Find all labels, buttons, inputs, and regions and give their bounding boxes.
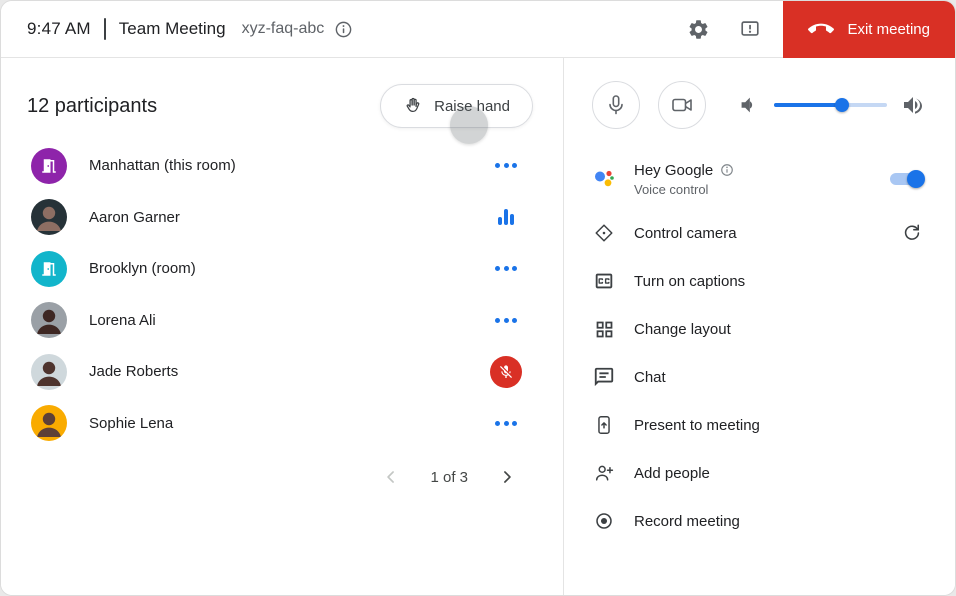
call-end-icon <box>808 16 835 42</box>
volume-slider-fill <box>774 98 849 112</box>
participants-count-title: 12 participants <box>27 94 158 117</box>
clock-time: 9:47 AM <box>27 19 91 38</box>
participant-name: Brooklyn (room) <box>89 260 196 278</box>
participant-row[interactable]: Manhattan (this room) <box>1 140 563 192</box>
raise-hand-icon <box>403 96 423 116</box>
camera-icon <box>672 98 692 112</box>
chat-icon <box>592 365 616 389</box>
menu-label: Turn on captions <box>634 272 746 290</box>
controls-panel: Hey Google Voice control Control camera … <box>563 58 955 595</box>
muted-mic-button[interactable] <box>490 355 522 388</box>
participant-row[interactable]: Brooklyn (room) <box>1 243 563 295</box>
microphone-icon <box>609 95 623 115</box>
room-avatar <box>31 250 67 287</box>
menu-label: Add people <box>634 464 710 482</box>
participants-panel: 12 participants Raise hand Manhattan (th… <box>1 58 563 595</box>
menu-label: Change layout <box>634 320 731 338</box>
captions-icon <box>592 269 616 293</box>
hey-google-info-icon[interactable] <box>720 163 734 177</box>
av-controls-row <box>592 81 925 129</box>
previous-page-chevron-icon[interactable] <box>379 465 403 489</box>
touch-indicator <box>450 106 488 144</box>
participant-more-button[interactable] <box>493 312 519 329</box>
record-icon <box>592 509 616 533</box>
participant-avatar <box>31 199 67 236</box>
menu-row-change-layout[interactable]: Change layout <box>592 305 925 353</box>
menu-row-control-camera[interactable]: Control camera <box>592 209 925 257</box>
exit-meeting-button[interactable]: Exit meeting <box>783 1 955 58</box>
settings-gear-icon[interactable] <box>685 16 711 42</box>
meeting-code: xyz-faq-abc <box>241 20 325 37</box>
title-divider <box>103 18 106 40</box>
participant-row[interactable]: Aaron Garner <box>1 192 563 244</box>
menu-row-chat[interactable]: Chat <box>592 353 925 401</box>
volume-up-icon[interactable] <box>901 93 925 117</box>
participant-name: Jade Roberts <box>89 363 179 381</box>
menu-row-present[interactable]: Present to meeting <box>592 401 925 449</box>
top-bar: 9:47 AM Team Meeting xyz-faq-abc Exit me… <box>1 1 955 58</box>
participant-list: Manhattan (this room) Aaron Garner Brook… <box>1 140 563 449</box>
controls-menu: Hey Google Voice control Control camera … <box>592 149 925 545</box>
menu-label: Record meeting <box>634 512 740 530</box>
voice-control-sublabel: Voice control <box>634 181 709 197</box>
participant-row[interactable]: Sophie Lena <box>1 398 563 450</box>
volume-slider[interactable] <box>774 98 887 112</box>
menu-row-add-people[interactable]: Add people <box>592 449 925 497</box>
raise-hand-button[interactable]: Raise hand <box>380 84 533 144</box>
menu-label: Control camera <box>634 224 737 242</box>
microphone-button[interactable] <box>592 81 640 129</box>
page-indicator: 1 of 3 <box>430 468 468 486</box>
volume-down-icon[interactable] <box>736 93 760 117</box>
meeting-title: Team Meeting <box>118 19 226 38</box>
participant-avatar <box>31 302 67 339</box>
room-avatar <box>31 147 67 184</box>
meeting-info-icon[interactable] <box>333 19 353 39</box>
menu-label: Chat <box>634 368 666 386</box>
add-person-icon <box>592 461 616 485</box>
menu-label: Present to meeting <box>634 416 760 434</box>
speaking-indicator-icon <box>498 209 514 226</box>
participant-avatar <box>31 353 67 390</box>
menu-row-captions[interactable]: Turn on captions <box>592 257 925 305</box>
next-page-chevron-icon[interactable] <box>495 465 519 489</box>
participant-row[interactable]: Lorena Ali <box>1 295 563 347</box>
meet-controller-window: 9:47 AM Team Meeting xyz-faq-abc Exit me… <box>0 0 956 596</box>
menu-row-record[interactable]: Record meeting <box>592 497 925 545</box>
layout-grid-icon <box>592 317 616 341</box>
control-camera-icon <box>592 221 616 245</box>
participants-pagination: 1 of 3 <box>1 465 563 489</box>
hey-google-toggle[interactable] <box>888 169 925 189</box>
present-to-meeting-icon <box>592 413 616 437</box>
camera-button[interactable] <box>658 81 706 129</box>
exit-meeting-label: Exit meeting <box>847 20 930 38</box>
google-assistant-icon <box>592 167 616 191</box>
rotate-camera-icon[interactable] <box>899 220 925 246</box>
hey-google-label: Hey Google <box>634 161 714 179</box>
feedback-icon[interactable] <box>737 16 763 42</box>
participant-avatar <box>31 405 67 442</box>
participant-more-button[interactable] <box>493 415 519 432</box>
participant-name: Manhattan (this room) <box>89 157 236 175</box>
participant-name: Sophie Lena <box>89 414 174 432</box>
menu-row-hey-google[interactable]: Hey Google Voice control <box>592 149 925 209</box>
participant-name: Aaron Garner <box>89 208 180 226</box>
participant-more-button[interactable] <box>493 157 519 174</box>
participant-more-button[interactable] <box>493 260 519 277</box>
participant-row[interactable]: Jade Roberts <box>1 346 563 398</box>
volume-slider-thumb[interactable] <box>834 98 849 112</box>
participant-name: Lorena Ali <box>89 311 156 329</box>
